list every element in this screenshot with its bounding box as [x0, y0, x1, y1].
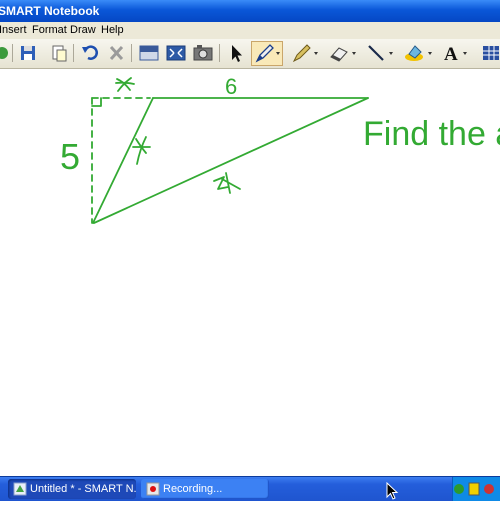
delete-icon[interactable] — [107, 42, 127, 64]
pen-icon[interactable] — [251, 41, 283, 66]
taskbar: Untitled * - SMART N... Recording... — [0, 476, 500, 501]
side-top-label: 6 — [225, 74, 237, 99]
menu-help[interactable]: Help — [101, 22, 124, 39]
notebook-canvas[interactable]: 5 6 Find the a — [0, 69, 500, 475]
toolbar-separator — [131, 44, 132, 62]
triangle-long-side — [93, 97, 369, 224]
recorder-app-icon — [146, 482, 160, 496]
title-bar: SMART Notebook — [0, 0, 500, 22]
menu-bar: Insert Format Draw Help — [0, 22, 500, 39]
menu-format[interactable]: Format — [32, 22, 67, 39]
capture-icon[interactable] — [192, 42, 214, 64]
text-icon[interactable]: A — [442, 42, 472, 64]
table-icon[interactable] — [480, 42, 500, 64]
mouse-cursor-icon — [386, 482, 399, 500]
y-mark-middle — [132, 136, 151, 165]
line-icon[interactable] — [365, 42, 397, 64]
taskbar-item-recording[interactable]: Recording... — [141, 479, 269, 499]
instruction-text: Find the a — [363, 115, 500, 153]
creative-pen-icon[interactable] — [290, 42, 322, 64]
ink-drawing[interactable]: 5 6 Find the a — [0, 69, 500, 475]
window-title: SMART Notebook — [0, 4, 100, 18]
record-status-icon — [484, 484, 494, 494]
security-icon — [468, 482, 480, 496]
triangle-hypotenuse — [92, 97, 154, 224]
paste-icon[interactable] — [49, 42, 69, 64]
fill-icon[interactable] — [403, 42, 435, 64]
side-left-label: 5 — [60, 136, 80, 177]
taskbar-item-smart-notebook[interactable]: Untitled * - SMART N... — [8, 479, 136, 499]
toolbar-separator — [12, 44, 13, 62]
eraser-icon[interactable] — [327, 42, 359, 64]
taskbar-item-label: Untitled * - SMART N... — [30, 483, 136, 495]
z-mark-bottom — [213, 172, 241, 194]
taskbar-item-label: Recording... — [163, 483, 223, 495]
save-icon[interactable] — [18, 42, 38, 64]
screen-shade-icon[interactable] — [138, 42, 160, 64]
toolbar: A — [0, 39, 500, 69]
toolbar-separator — [73, 44, 74, 62]
menu-insert[interactable]: Insert — [0, 22, 27, 39]
right-angle-mark — [91, 97, 102, 107]
network-icon — [454, 484, 464, 494]
full-screen-icon[interactable] — [165, 42, 187, 64]
add-page-icon[interactable] — [0, 42, 10, 64]
toolbar-separator — [219, 44, 220, 62]
select-icon[interactable] — [226, 42, 246, 64]
undo-icon[interactable] — [80, 42, 100, 64]
menu-draw[interactable]: Draw — [70, 22, 96, 39]
x-mark-top — [115, 77, 135, 92]
notebook-app-icon — [13, 482, 27, 496]
system-tray — [452, 477, 500, 501]
svg-text:A: A — [444, 44, 458, 64]
